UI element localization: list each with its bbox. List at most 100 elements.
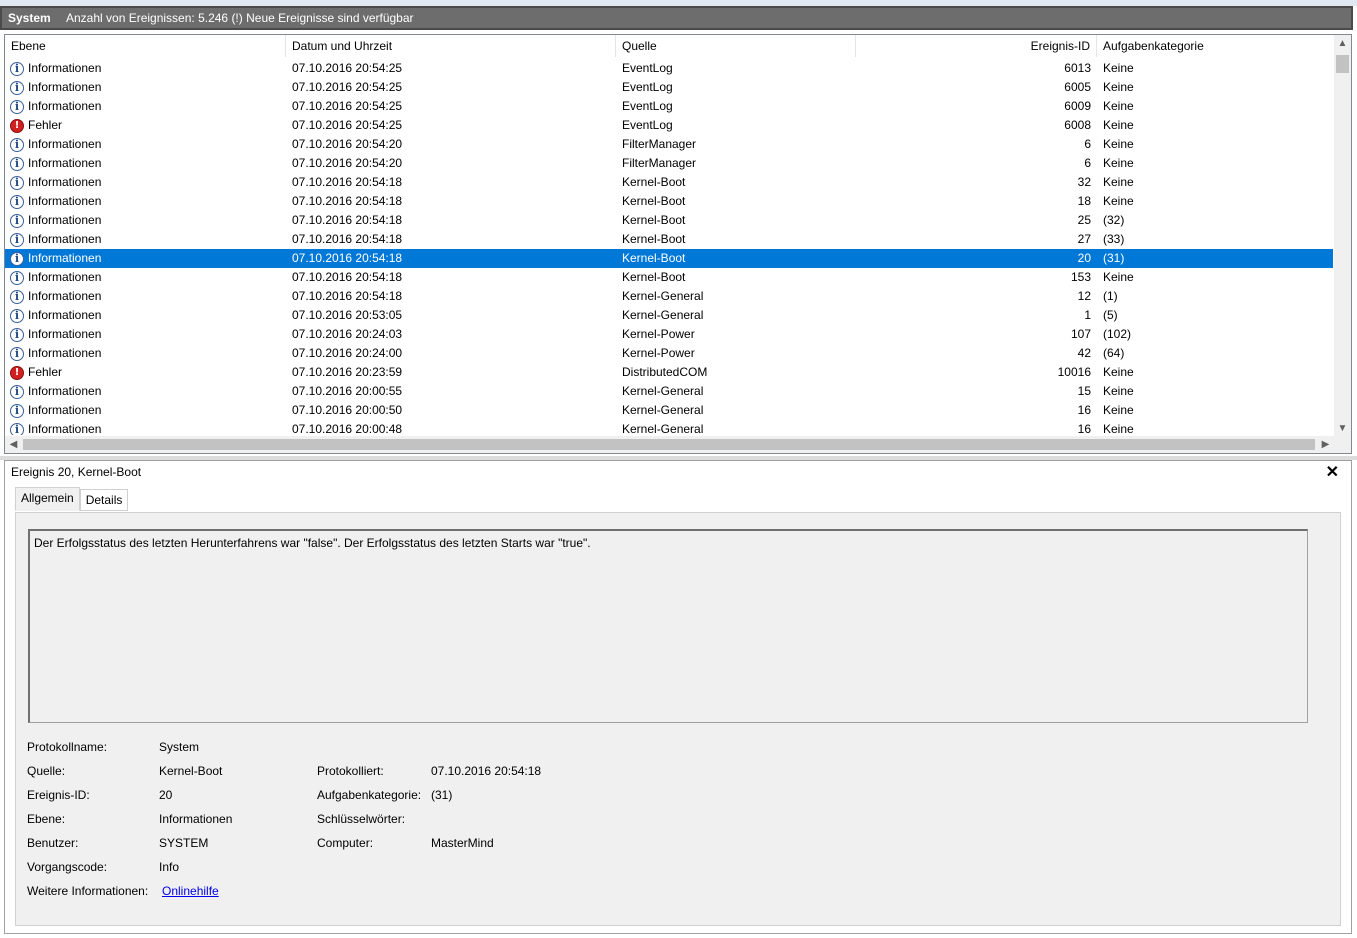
table-row[interactable]: i Informationen 07.10.2016 20:54:25 EventLo…	[5, 78, 1333, 97]
cell-datetime: 07.10.2016 20:54:18	[292, 289, 403, 303]
cell-source: Kernel-Boot	[622, 232, 686, 246]
value-opcode[interactable]: Info	[159, 860, 179, 874]
value-event-id[interactable]: 20	[159, 788, 172, 802]
cell-datetime: 07.10.2016 20:24:03	[292, 327, 403, 341]
cell-datetime: 07.10.2016 20:54:25	[292, 99, 403, 113]
table-row[interactable]: i Informationen 07.10.2016 20:54:20 FilterM…	[5, 154, 1333, 173]
table-row[interactable]: i Informationen 07.10.2016 20:54:18 Kernel-…	[5, 173, 1333, 192]
cell-datetime: 07.10.2016 20:00:50	[292, 403, 403, 417]
horizontal-scrollbar[interactable]: ◀ ▶	[5, 436, 1351, 453]
table-row[interactable]: i Informationen 07.10.2016 20:54:18 Kernel-…	[5, 230, 1333, 249]
cell-datetime: 07.10.2016 20:54:18	[292, 175, 403, 189]
table-row[interactable]: i Informationen 07.10.2016 20:54:18 Kernel-…	[5, 268, 1333, 287]
info-icon: i	[10, 289, 24, 304]
scroll-left-arrow-icon[interactable]: ◀	[5, 436, 22, 453]
value-computer[interactable]: MasterMind	[431, 836, 494, 850]
value-task-category[interactable]: (31)	[431, 788, 452, 802]
label-event-id: Ereignis-ID:	[27, 788, 90, 802]
table-row[interactable]: ! Fehler 07.10.2016 20:23:59 DistributedCOM…	[5, 363, 1333, 382]
level-text: Informationen	[28, 175, 102, 189]
log-titlebar: System Anzahl von Ereignissen: 5.246 (!)…	[0, 6, 1353, 30]
cell-event-id: 32	[1077, 175, 1091, 189]
info-icon: i	[10, 61, 24, 76]
tab-general[interactable]: Allgemein	[15, 487, 80, 511]
cell-event-id: 6008	[1064, 118, 1091, 132]
cell-level: i Informationen	[5, 135, 286, 154]
cell-event-id: 12	[1077, 289, 1091, 303]
cell-source: Kernel-Power	[622, 327, 695, 341]
cell-level: i Informationen	[5, 78, 286, 97]
cell-source: Kernel-Power	[622, 346, 695, 360]
info-icon: i	[10, 156, 24, 171]
cell-level: i Informationen	[5, 401, 286, 420]
info-icon: i	[10, 232, 24, 247]
table-row[interactable]: i Informationen 07.10.2016 20:00:50 Kernel-…	[5, 401, 1333, 420]
column-header-event-id[interactable]: Ereignis-ID	[856, 35, 1097, 57]
table-row[interactable]: i Informationen 07.10.2016 20:54:25 EventLo…	[5, 97, 1333, 116]
event-list[interactable]: Ebene Datum und Uhrzeit Quelle Ereignis-…	[4, 34, 1352, 454]
cell-event-id: 27	[1077, 232, 1091, 246]
event-description[interactable]: Der Erfolgsstatus des letzten Herunterfa…	[28, 529, 1308, 723]
cell-source: Kernel-General	[622, 384, 704, 398]
column-header-level[interactable]: Ebene	[5, 35, 286, 57]
cell-datetime: 07.10.2016 20:54:18	[292, 251, 403, 265]
table-row[interactable]: i Informationen 07.10.2016 20:54:20 FilterM…	[5, 135, 1333, 154]
table-row[interactable]: i Informationen 07.10.2016 20:53:05 Kernel-…	[5, 306, 1333, 325]
cell-event-id: 6013	[1064, 61, 1091, 75]
cell-datetime: 07.10.2016 20:23:59	[292, 365, 403, 379]
table-row[interactable]: i Informationen 07.10.2016 20:54:18 Kernel-…	[5, 192, 1333, 211]
cell-source: FilterManager	[622, 156, 697, 170]
tab-details[interactable]: Details	[79, 489, 129, 511]
scroll-right-arrow-icon[interactable]: ▶	[1317, 436, 1334, 453]
cell-event-id: 15	[1077, 384, 1091, 398]
scroll-up-arrow-icon[interactable]: ▲	[1334, 35, 1351, 52]
vertical-scroll-thumb[interactable]	[1336, 55, 1349, 73]
value-user[interactable]: SYSTEM	[159, 836, 208, 850]
level-text: Informationen	[28, 99, 102, 113]
info-icon: i	[10, 308, 24, 323]
info-icon: i	[10, 327, 24, 342]
cell-datetime: 07.10.2016 20:24:00	[292, 346, 403, 360]
cell-task-category: Keine	[1103, 118, 1134, 132]
scroll-down-arrow-icon[interactable]: ▼	[1334, 420, 1351, 437]
table-row[interactable]: i Informationen 07.10.2016 20:54:18 Kernel-…	[5, 249, 1333, 268]
info-icon: i	[10, 194, 24, 209]
cell-source: Kernel-General	[622, 403, 704, 417]
table-row[interactable]: i Informationen 07.10.2016 20:54:18 Kernel-…	[5, 211, 1333, 230]
value-level[interactable]: Informationen	[159, 812, 232, 826]
cell-level: i Informationen	[5, 420, 286, 435]
cell-event-id: 107	[1070, 327, 1091, 341]
event-count-status[interactable]: Anzahl von Ereignissen: 5.246 (!) Neue E…	[66, 11, 414, 25]
table-row[interactable]: i Informationen 07.10.2016 20:24:03 Kernel-…	[5, 325, 1333, 344]
vertical-scrollbar[interactable]: ▲ ▼	[1334, 35, 1351, 437]
table-row[interactable]: i Informationen 07.10.2016 20:00:55 Kernel-…	[5, 382, 1333, 401]
value-logged[interactable]: 07.10.2016 20:54:18	[431, 764, 541, 778]
close-icon[interactable]: ✕	[1326, 462, 1339, 482]
cell-task-category: (32)	[1103, 213, 1125, 227]
cell-source: Kernel-Boot	[622, 213, 686, 227]
table-row[interactable]: i Informationen 07.10.2016 20:54:25 EventLo…	[5, 59, 1333, 78]
cell-task-category: Keine	[1103, 194, 1134, 208]
cell-level: i Informationen	[5, 382, 286, 401]
column-header-source[interactable]: Quelle	[616, 35, 856, 57]
table-row[interactable]: i Informationen 07.10.2016 20:00:48 Kernel-…	[5, 420, 1333, 435]
cell-source: Kernel-Boot	[622, 175, 686, 189]
table-row[interactable]: i Informationen 07.10.2016 20:54:18 Kernel-…	[5, 287, 1333, 306]
column-header-datetime[interactable]: Datum und Uhrzeit	[286, 35, 616, 57]
cell-datetime: 07.10.2016 20:54:20	[292, 137, 403, 151]
cell-datetime: 07.10.2016 20:54:20	[292, 156, 403, 170]
level-text: Informationen	[28, 213, 102, 227]
online-help-link[interactable]: Onlinehilfe	[162, 884, 219, 898]
horizontal-scroll-thumb[interactable]	[23, 439, 1315, 450]
level-text: Informationen	[28, 289, 102, 303]
cell-level: i Informationen	[5, 268, 286, 287]
table-row[interactable]: i Informationen 07.10.2016 20:24:00 Kernel-…	[5, 344, 1333, 363]
cell-task-category: Keine	[1103, 80, 1134, 94]
value-log-name[interactable]: System	[159, 740, 199, 754]
cell-task-category: (1)	[1103, 289, 1118, 303]
cell-source: EventLog	[622, 99, 673, 113]
table-row[interactable]: ! Fehler 07.10.2016 20:54:25 EventLog 6008 Ke…	[5, 116, 1333, 135]
value-source[interactable]: Kernel-Boot	[159, 764, 222, 778]
cell-event-id: 10016	[1057, 365, 1091, 379]
column-header-task-category[interactable]: Aufgabenkategorie	[1097, 35, 1333, 57]
